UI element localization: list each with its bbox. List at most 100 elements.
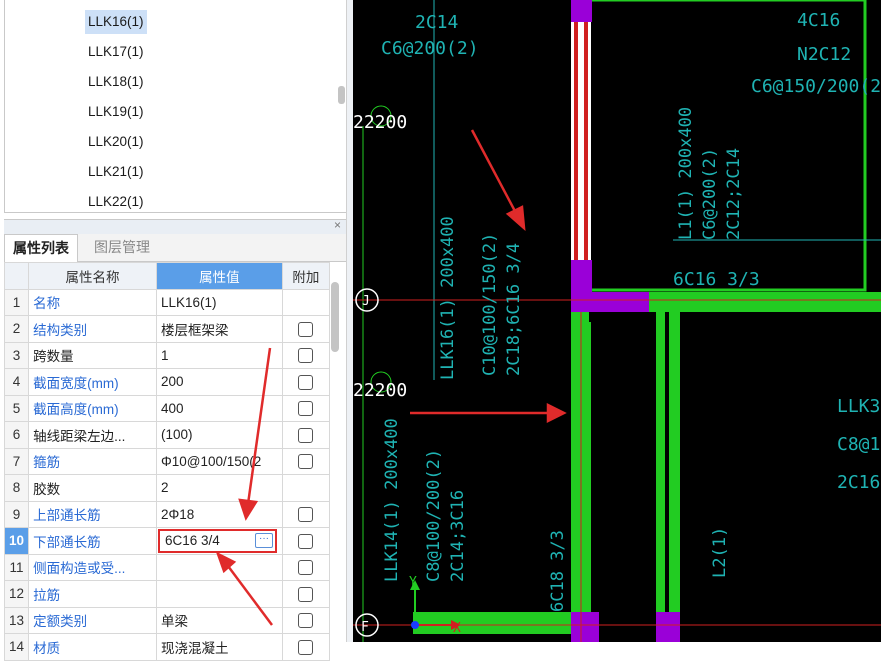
table-row[interactable]: 4 截面宽度(mm) 200	[3, 368, 331, 396]
row-number: 3	[3, 341, 30, 369]
extra-cell	[281, 421, 331, 449]
row-number: 14	[3, 633, 30, 661]
property-value[interactable]: (100)	[156, 421, 283, 449]
ellipsis-icon[interactable]: ···	[255, 532, 273, 548]
property-value[interactable]	[156, 553, 283, 581]
property-value[interactable]	[156, 580, 283, 608]
property-name: 名称	[28, 288, 157, 316]
cad-text: 6C18 3/3	[548, 530, 568, 612]
table-row[interactable]: 9 上部通长筋 2Φ18	[3, 500, 331, 528]
property-name: 拉筋	[28, 580, 157, 608]
property-value[interactable]: 现浇混凝土	[156, 633, 283, 661]
property-value[interactable]: 2	[156, 474, 283, 502]
table-row[interactable]: 12 拉筋	[3, 580, 331, 608]
row-number: 10	[3, 527, 30, 555]
extra-checkbox[interactable]	[298, 374, 314, 390]
extra-cell	[281, 553, 331, 581]
table-row[interactable]: 11 侧面构造或受...	[3, 553, 331, 581]
ucs-origin	[411, 621, 419, 629]
property-value[interactable]: 2Φ18	[156, 500, 283, 528]
extra-cell	[281, 315, 331, 343]
table-row[interactable]: 1 名称 LLK16(1)	[3, 288, 331, 316]
row-number: 8	[3, 474, 30, 502]
table-row[interactable]: 6 轴线距梁左边... (100)	[3, 421, 331, 449]
column	[571, 0, 592, 22]
column	[571, 612, 599, 642]
property-name: 截面高度(mm)	[28, 394, 157, 422]
selected-beam-edge	[584, 0, 588, 260]
tree-scrollbar-thumb[interactable]	[338, 86, 345, 104]
cad-text: L2(1)	[710, 527, 730, 578]
table-row[interactable]: 2 结构类别 楼层框架梁	[3, 315, 331, 343]
property-value[interactable]: LLK16(1)	[156, 288, 283, 316]
extra-cell	[281, 288, 331, 316]
cad-text: 2C14	[415, 12, 458, 33]
cad-drawing-canvas[interactable]: J F X Y 2C14 C6@200(2) 4C16 N2C12 C6@150…	[353, 0, 881, 642]
extra-checkbox[interactable]	[298, 454, 314, 470]
tree-item[interactable]: LLK22(1)	[85, 190, 147, 212]
property-value[interactable]: 400	[156, 394, 283, 422]
table-row[interactable]: 5 截面高度(mm) 400	[3, 394, 331, 422]
cad-text: C6@150/200(2	[751, 76, 881, 97]
cad-text: 2C18;6C16 3/4	[504, 243, 524, 376]
cad-text: C8@1	[837, 434, 880, 455]
cad-text: LLK14(1) 200x400	[382, 418, 402, 582]
tree-item[interactable]: LLK20(1)	[85, 130, 147, 154]
column	[656, 612, 680, 642]
beam-gap	[665, 312, 669, 622]
extra-checkbox[interactable]	[298, 613, 314, 629]
extra-checkbox[interactable]	[298, 507, 314, 523]
property-name: 结构类别	[28, 315, 157, 343]
property-name: 跨数量	[28, 341, 157, 369]
extra-checkbox[interactable]	[298, 348, 314, 364]
table-row-selected[interactable]: 10 下部通长筋 6C16 3/4 ···	[3, 527, 331, 555]
cad-drawing: J F X Y 2C14 C6@200(2) 4C16 N2C12 C6@150…	[353, 0, 881, 642]
extra-checkbox[interactable]	[298, 427, 314, 443]
header-name: 属性名称	[28, 262, 157, 290]
property-value[interactable]: 楼层框架梁	[156, 315, 283, 343]
tab-layer-management[interactable]: 图层管理	[86, 234, 158, 261]
extra-checkbox[interactable]	[298, 321, 314, 337]
property-value[interactable]: Φ10@100/150(2	[156, 447, 283, 475]
property-value[interactable]: 1	[156, 341, 283, 369]
tree-item[interactable]: LLK16(1)	[85, 10, 147, 34]
extra-checkbox[interactable]	[298, 401, 314, 417]
table-row[interactable]: 3 跨数量 1	[3, 341, 331, 369]
bottom-rebar-input[interactable]: 6C16 3/4 ···	[158, 528, 277, 553]
property-name: 侧面构造或受...	[28, 553, 157, 581]
column	[571, 260, 592, 312]
cad-text: 22200	[353, 112, 407, 133]
row-number: 6	[3, 421, 30, 449]
extra-cell	[281, 474, 331, 502]
close-icon[interactable]: ×	[334, 218, 341, 232]
tree-item[interactable]: LLK17(1)	[85, 40, 147, 64]
ucs-y-label: Y	[409, 575, 417, 590]
property-name: 轴线距梁左边...	[28, 421, 157, 449]
extra-checkbox[interactable]	[298, 560, 314, 576]
tree-item[interactable]: LLK21(1)	[85, 160, 147, 184]
cad-text: LLK16(1) 200x400	[438, 216, 458, 380]
extra-checkbox[interactable]	[298, 586, 314, 602]
table-row[interactable]: 13 定额类别 单梁	[3, 606, 331, 634]
row-number: 7	[3, 447, 30, 475]
beam-edge	[589, 322, 591, 612]
extra-cell	[281, 527, 331, 555]
cad-text: 22200	[353, 380, 407, 401]
property-value-cell: 6C16 3/4 ···	[156, 527, 283, 555]
property-value[interactable]: 单梁	[156, 606, 283, 634]
tree-item[interactable]: LLK18(1)	[85, 70, 147, 94]
column-cap	[589, 292, 649, 312]
row-number: 2	[3, 315, 30, 343]
grid-label-F: F	[361, 620, 369, 635]
extra-checkbox[interactable]	[298, 533, 314, 549]
tab-property-list[interactable]: 属性列表	[4, 234, 78, 262]
extra-cell	[281, 341, 331, 369]
tree-item[interactable]: LLK19(1)	[85, 100, 147, 124]
table-row[interactable]: 8 胶数 2	[3, 474, 331, 502]
grid-scrollbar-thumb[interactable]	[331, 282, 339, 352]
table-row[interactable]: 14 材质 现浇混凝土	[3, 633, 331, 661]
property-value[interactable]: 200	[156, 368, 283, 396]
extra-cell	[281, 606, 331, 634]
table-row[interactable]: 7 箍筋 Φ10@100/150(2	[3, 447, 331, 475]
property-name: 上部通长筋	[28, 500, 157, 528]
